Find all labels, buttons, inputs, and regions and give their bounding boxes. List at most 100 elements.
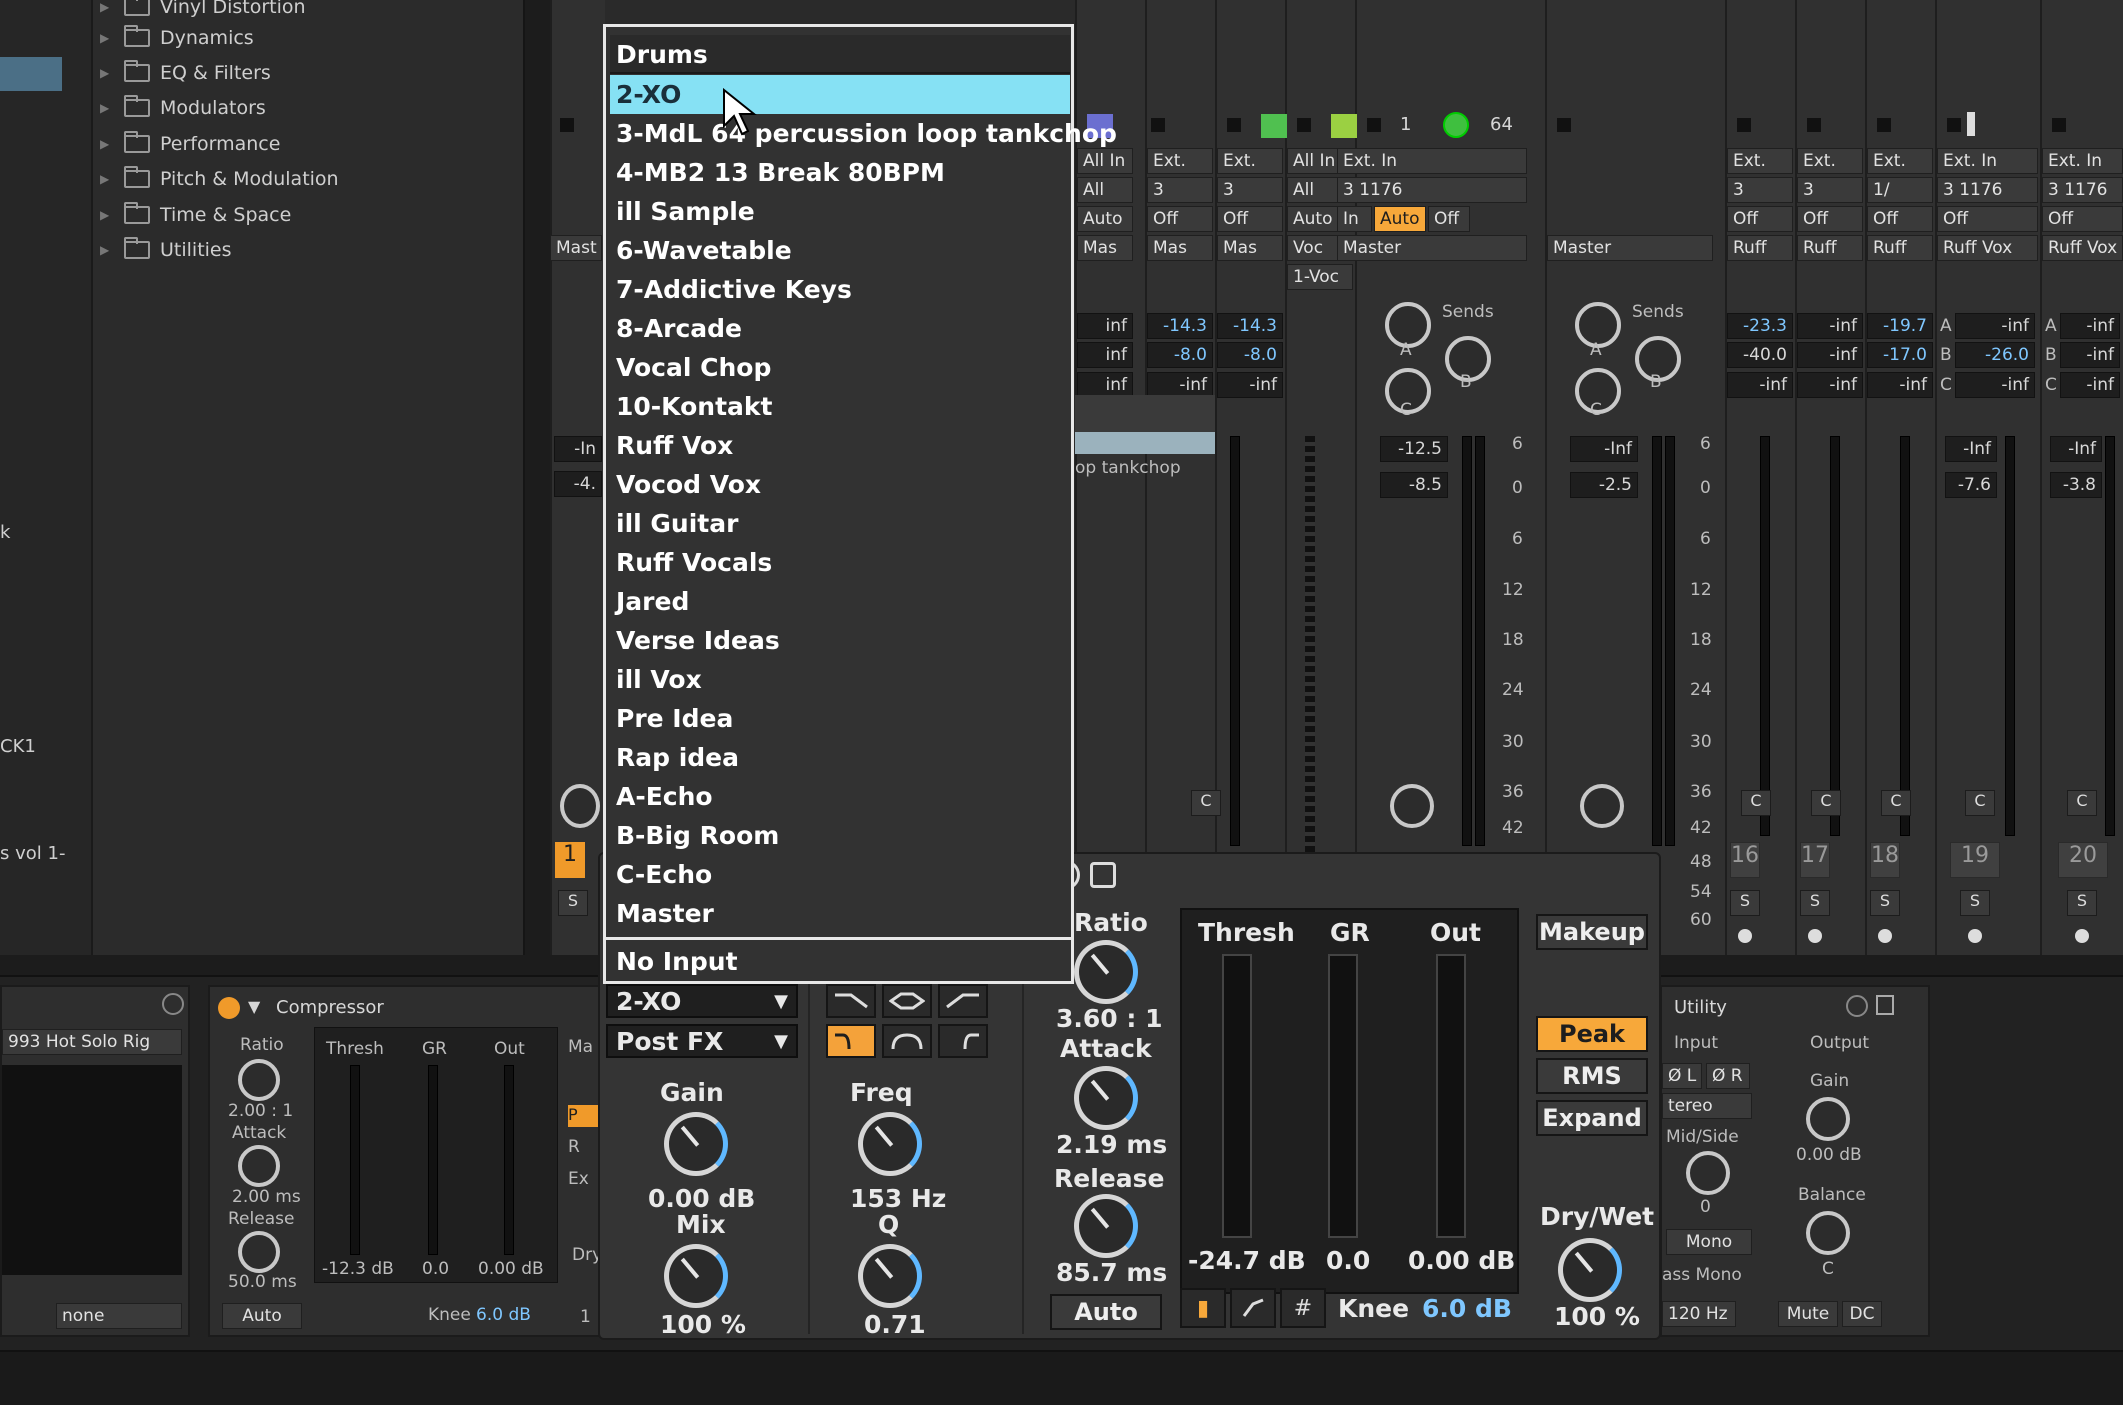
input-channel-select[interactable]: 3 <box>1727 177 1793 203</box>
stop-button[interactable] <box>1807 118 1821 132</box>
menu-item[interactable]: 4-MB2 13 Break 80BPM <box>610 153 1070 192</box>
solo-button[interactable]: S <box>1870 890 1900 916</box>
pan-value[interactable]: -8.5 <box>1380 472 1448 498</box>
pan-value[interactable]: -4. <box>554 471 602 497</box>
input-type-select[interactable]: Ext. In <box>1937 148 2038 174</box>
stop-button[interactable] <box>1877 118 1891 132</box>
stop-button[interactable] <box>1947 118 1961 132</box>
clip-slot-button[interactable] <box>1967 112 1975 136</box>
save-preset-icon[interactable] <box>1090 862 1116 888</box>
menu-item[interactable]: Pre Idea <box>610 699 1070 738</box>
auto-release-button[interactable]: Auto <box>1050 1294 1162 1330</box>
dc-button[interactable]: DC <box>1842 1301 1882 1327</box>
monitor-auto-button[interactable]: Auto <box>1374 206 1426 232</box>
out-meter[interactable] <box>504 1065 514 1255</box>
stop-button[interactable] <box>1151 118 1165 132</box>
output-select[interactable]: Ruff <box>1797 235 1863 261</box>
attack-knob[interactable] <box>1074 1066 1138 1130</box>
volume-value[interactable]: -Inf <box>1945 436 1997 462</box>
stop-button[interactable] <box>2052 118 2066 132</box>
ratio-value[interactable]: 3.60 : 1 <box>1056 1004 1162 1033</box>
pan-knob[interactable] <box>1580 784 1624 828</box>
stop-button[interactable] <box>1737 118 1751 132</box>
menu-item-highlighted[interactable]: 2-XO <box>610 75 1070 114</box>
crossfade-button[interactable]: C <box>1965 790 1995 816</box>
input-channel-select[interactable]: 3 <box>1797 177 1863 203</box>
filter-lowpass-button[interactable] <box>826 984 876 1018</box>
send-value[interactable]: -inf <box>1797 372 1863 398</box>
input-type-select[interactable]: Ext. <box>1217 148 1283 174</box>
sidechain-gain-value[interactable]: 0.00 dB <box>648 1184 755 1213</box>
bass-mono-label[interactable]: ass Mono <box>1662 1265 1742 1285</box>
track-activator-button[interactable]: 18 <box>1870 842 1900 878</box>
solo-button[interactable]: S <box>1730 890 1760 916</box>
chooser-select[interactable]: none <box>56 1303 182 1329</box>
drywet-value[interactable]: 100 % <box>1554 1302 1640 1331</box>
monitor-select[interactable]: Off <box>1797 206 1863 232</box>
stop-button[interactable] <box>1557 118 1571 132</box>
menu-item[interactable]: 3-MdL 64 percussion loop tankchop <box>610 114 1117 153</box>
monitor-in-button[interactable]: In <box>1337 206 1372 232</box>
attack-value[interactable]: 2.00 ms <box>232 1187 301 1207</box>
send-value[interactable]: -inf <box>1727 372 1793 398</box>
browser-item-time-space[interactable]: ▶ Time & Space <box>100 198 520 232</box>
menu-item[interactable]: Vocod Vox <box>610 465 1070 504</box>
send-value[interactable]: -40.0 <box>1727 342 1793 368</box>
expand-button[interactable]: Expand <box>1536 1100 1648 1136</box>
side-label[interactable]: Ex <box>568 1169 589 1189</box>
output-select[interactable]: Ruff <box>1727 235 1793 261</box>
clip-slot-selected[interactable] <box>1075 432 1215 454</box>
gain-value[interactable]: 0.00 dB <box>1796 1145 1862 1165</box>
expand-triangle-icon[interactable]: ▶ <box>100 66 114 80</box>
monitor-select[interactable]: Off <box>1147 206 1213 232</box>
track-active-icon[interactable] <box>1443 112 1469 138</box>
menu-item[interactable]: 7-Addictive Keys <box>610 270 1070 309</box>
thresh-value[interactable]: -24.7 dB <box>1188 1246 1306 1275</box>
send-value[interactable]: -inf <box>1797 313 1863 339</box>
gain-knob[interactable] <box>1806 1097 1850 1141</box>
menu-item[interactable]: B-Big Room <box>610 816 1070 855</box>
crossfade-button[interactable]: C <box>1741 790 1771 816</box>
monitor-select[interactable]: Off <box>1217 206 1283 232</box>
hot-swap-icon[interactable] <box>1846 995 1868 1017</box>
phase-right-button[interactable]: Ø R <box>1706 1063 1750 1089</box>
filter-shape-lowshelf-button[interactable] <box>826 1024 876 1058</box>
send-value[interactable]: -inf <box>1217 372 1283 398</box>
volume-value[interactable]: -Inf <box>1570 436 1638 462</box>
menu-item[interactable]: Ruff Vox <box>610 426 1070 465</box>
balance-knob[interactable] <box>1806 1211 1850 1255</box>
phase-left-button[interactable]: Ø L <box>1662 1063 1702 1089</box>
expand-triangle-icon[interactable]: ▶ <box>100 172 114 186</box>
ratio-knob[interactable] <box>238 1059 280 1101</box>
menu-item[interactable]: Ruff Vocals <box>610 543 1070 582</box>
send-value[interactable]: inf <box>1077 313 1133 339</box>
input-type-select[interactable]: All In <box>1077 148 1133 174</box>
menu-item[interactable]: 8-Arcade <box>610 309 1070 348</box>
send-value[interactable]: -inf <box>2060 372 2120 398</box>
input-channel-select[interactable]: 3 1176 <box>1937 177 2038 203</box>
expand-triangle-icon[interactable]: ▶ <box>100 0 114 14</box>
send-value[interactable]: -14.3 <box>1147 313 1213 339</box>
ratio-value[interactable]: 2.00 : 1 <box>228 1101 293 1121</box>
thresh-meter[interactable] <box>350 1065 360 1255</box>
balance-value[interactable]: C <box>1822 1259 1834 1279</box>
menu-item[interactable]: 10-Kontakt <box>610 387 1070 426</box>
expand-triangle-icon[interactable]: ▶ <box>100 101 114 115</box>
track-activator-button[interactable]: 1 <box>555 842 585 878</box>
hot-swap-icon[interactable] <box>162 993 184 1015</box>
menu-item[interactable]: Master <box>610 894 1070 933</box>
menu-item[interactable]: Rap idea <box>610 738 1070 777</box>
output-select[interactable]: Mas <box>1077 235 1133 261</box>
stop-button[interactable] <box>1297 118 1311 132</box>
menu-item[interactable]: 6-Wavetable <box>610 231 1070 270</box>
q-knob[interactable] <box>858 1244 922 1308</box>
sidechain-tap-select[interactable]: Post FX ▼ <box>606 1024 798 1058</box>
monitor-select[interactable]: Off <box>1727 206 1793 232</box>
crossfade-button[interactable]: C <box>2067 790 2097 816</box>
sidechain-source-select[interactable]: 2-XO ▼ <box>606 984 798 1018</box>
clip-slot[interactable] <box>1075 395 1215 435</box>
solo-button[interactable]: S <box>1800 890 1830 916</box>
mute-button[interactable]: Mute <box>1778 1301 1838 1327</box>
volume-value[interactable]: -Inf <box>2050 436 2102 462</box>
freq-value[interactable]: 153 Hz <box>850 1184 946 1213</box>
